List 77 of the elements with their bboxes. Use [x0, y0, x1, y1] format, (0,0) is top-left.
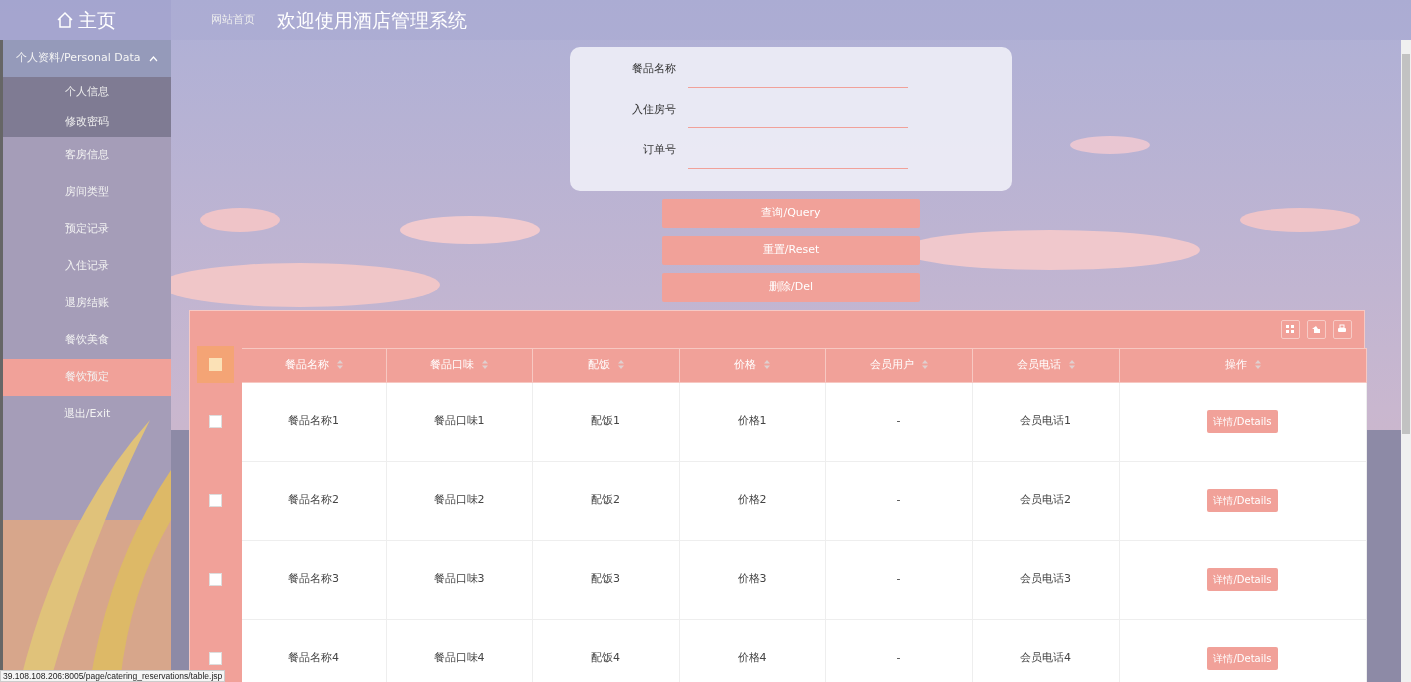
breadcrumb-link[interactable]: 网站首页 — [211, 11, 255, 29]
table-cell: 餐品名称3 — [241, 540, 386, 619]
sort-icon[interactable] — [336, 360, 343, 370]
table-cell: 配饭4 — [532, 619, 679, 682]
sort-icon[interactable] — [1068, 360, 1075, 370]
column-header[interactable]: 餐品口味 — [386, 348, 532, 382]
table-cell: 配饭2 — [532, 461, 679, 540]
sidebar-subitem[interactable]: 修改密码 — [3, 107, 171, 137]
column-header[interactable]: 配饭 — [532, 348, 679, 382]
sort-icon[interactable] — [764, 360, 770, 370]
table-cell: 餐品口味2 — [386, 461, 532, 540]
details-button[interactable]: 详情/Details — [1207, 410, 1278, 433]
table-cell: 餐品名称4 — [241, 619, 386, 682]
row-checkbox[interactable] — [209, 651, 222, 665]
sidebar-group[interactable]: 个人资料/Personal Data — [3, 40, 171, 77]
table-cell: - — [825, 540, 972, 619]
sort-icon[interactable] — [921, 360, 928, 370]
table-cell: 餐品口味1 — [386, 382, 532, 461]
table-cell: 价格3 — [679, 540, 825, 619]
column-header[interactable]: 价格 — [679, 348, 825, 382]
field-label: 餐品名称 — [631, 61, 677, 77]
details-button[interactable]: 详情/Details — [1207, 568, 1278, 591]
sidebar-item[interactable]: 预定记录 — [3, 211, 171, 248]
status-bar: 39.108.108.206:8005/page/catering_reservations/table.jsp — [0, 670, 226, 682]
sidebar-item[interactable]: 退出/Exit — [3, 396, 171, 433]
column-header[interactable]: 操作 — [1119, 348, 1366, 382]
delete-button[interactable]: 删除/Del — [662, 272, 920, 302]
columns-button[interactable] — [1280, 319, 1300, 339]
table-cell: 餐品名称1 — [241, 382, 386, 461]
sort-icon[interactable] — [617, 360, 624, 370]
table-cell: 配饭3 — [532, 540, 679, 619]
field-label: 入住房号 — [631, 101, 677, 118]
query-button[interactable]: 查询/Query — [662, 198, 920, 228]
column-header[interactable]: 会员用户 — [825, 348, 972, 382]
table-cell: 餐品口味4 — [386, 619, 532, 682]
table-cell: 会员电话2 — [972, 461, 1119, 540]
table-cell: 配饭1 — [532, 382, 679, 461]
scrollbar[interactable] — [1401, 40, 1411, 682]
table-cell: 价格1 — [679, 382, 825, 461]
sidebar-item[interactable]: 餐饮预定 — [3, 359, 171, 396]
table-cell: 餐品口味3 — [386, 540, 532, 619]
sidebar-item[interactable]: 餐饮美食 — [3, 322, 171, 359]
row-checkbox[interactable] — [209, 414, 222, 428]
table-cell: - — [825, 382, 972, 461]
reset-button[interactable]: 重置/Reset — [662, 235, 920, 265]
row-checkbox[interactable] — [209, 493, 222, 507]
details-button[interactable]: 详情/Details — [1207, 489, 1278, 512]
export-button[interactable] — [1306, 319, 1326, 339]
sort-icon[interactable] — [1254, 360, 1261, 370]
sidebar-item[interactable]: 客房信息 — [3, 137, 171, 174]
table-cell: 会员电话4 — [972, 619, 1119, 682]
sidebar-item[interactable]: 入住记录 — [3, 248, 171, 285]
table-cell: - — [825, 461, 972, 540]
home-icon — [55, 11, 74, 29]
table-cell: 餐品名称2 — [241, 461, 386, 540]
print-icon — [1337, 324, 1347, 334]
field-label: 订单号 — [642, 142, 677, 158]
row-checkbox[interactable] — [209, 572, 222, 586]
table-cell: - — [825, 619, 972, 682]
columns-icon — [1285, 324, 1295, 334]
sidebar-item[interactable]: 退房结账 — [3, 285, 171, 322]
print-button[interactable] — [1332, 319, 1352, 339]
collapse-caret-icon — [148, 55, 158, 62]
details-button[interactable]: 详情/Details — [1207, 647, 1278, 670]
sidebar-item[interactable]: 房间类型 — [3, 174, 171, 211]
table-cell: 会员电话1 — [972, 382, 1119, 461]
column-header[interactable]: 餐品名称 — [241, 348, 386, 382]
table-cell: 价格2 — [679, 461, 825, 540]
scrollbar-thumb[interactable] — [1402, 54, 1410, 434]
table-cell: 会员电话3 — [972, 540, 1119, 619]
home-link[interactable]: 主页 — [0, 0, 171, 40]
column-header[interactable]: 会员电话 — [972, 348, 1119, 382]
sort-icon[interactable] — [482, 360, 488, 370]
sidebar-subitem[interactable]: 个人信息 — [3, 77, 171, 107]
export-icon — [1311, 324, 1321, 334]
table-cell: 价格4 — [679, 619, 825, 682]
page-title: 欢迎使用酒店管理系统 — [277, 7, 467, 33]
